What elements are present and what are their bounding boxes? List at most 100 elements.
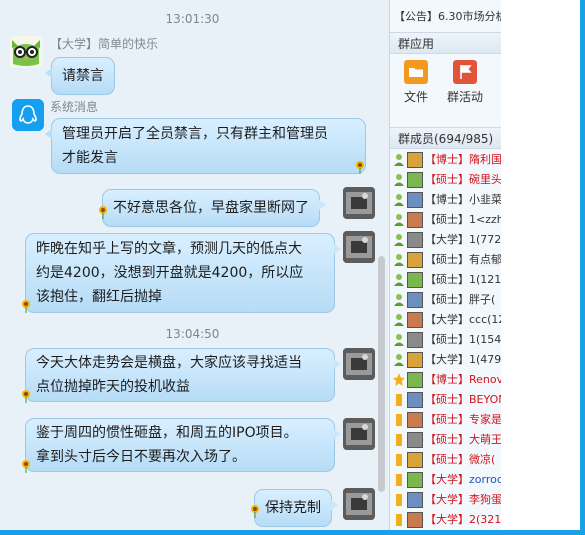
member-status-icon: [394, 154, 404, 166]
member-avatar: [407, 312, 423, 328]
member-avatar: [407, 172, 423, 188]
group-members-header: 群成员(694/985): [390, 127, 501, 149]
flag-icon: [453, 60, 477, 84]
empty-right-area: [501, 0, 580, 530]
member-row[interactable]: 【大学】李狗蛋: [390, 490, 501, 510]
member-level: 【硕士】: [425, 333, 469, 346]
member-avatar: [407, 152, 423, 168]
member-name: 专家是: [469, 413, 501, 426]
message-text-line: 昨晚在知乎上写的文章，预测几天的低点大: [36, 241, 302, 257]
member-row[interactable]: 【硕士】微凉(: [390, 450, 501, 470]
member-name: 2(321: [469, 513, 501, 526]
member-row[interactable]: 【硕士】1<zzh: [390, 210, 501, 230]
member-row[interactable]: 【大学】1(479: [390, 350, 501, 370]
member-row[interactable]: 【博士】Renov: [390, 370, 501, 390]
message-text: 保持克制: [265, 500, 321, 516]
app-files-button[interactable]: 文件: [392, 60, 440, 105]
member-row[interactable]: 【硕士】有点郁: [390, 250, 501, 270]
message-sender[interactable]: 【大学】简单的快乐: [50, 35, 158, 52]
member-avatar: [407, 512, 423, 528]
member-avatar: [407, 272, 423, 288]
member-level: 【大学】: [425, 513, 469, 526]
member-name: Renov: [469, 373, 501, 386]
group-side-panel: 【公告】6.30市场分析 群应用 文件 群活动 群成员(694/985) 【博士…: [390, 0, 501, 530]
member-level: 【大学】: [425, 233, 469, 246]
member-name: 小韭菜: [469, 193, 501, 206]
member-level: 【大学】: [425, 353, 469, 366]
member-row[interactable]: 【博士】小韭菜: [390, 190, 501, 210]
member-level: 【硕士】: [425, 393, 469, 406]
member-level: 【硕士】: [425, 213, 469, 226]
message-bubble[interactable]: 今天大体走势会是横盘，大家应该寻找适当 点位抛掉昨天的投机收益: [25, 348, 341, 402]
folder-icon: [404, 60, 428, 84]
member-level: 【硕士】: [425, 433, 469, 446]
member-text: 【硕士】专家是: [425, 410, 501, 430]
message-bubble[interactable]: 不好意思各位，早盘家里断网了: [102, 189, 326, 227]
member-row[interactable]: 【大学】ccc(12: [390, 310, 501, 330]
member-row[interactable]: 【硕士】1(121: [390, 270, 501, 290]
member-row[interactable]: 【硕士】碗里头: [390, 170, 501, 190]
member-avatar: [407, 292, 423, 308]
member-text: 【博士】小韭菜: [425, 190, 501, 210]
member-status-icon: [394, 294, 404, 306]
member-level: 【大学】: [425, 493, 469, 506]
message-text-line: 今天大体走势会是横盘，大家应该寻找适当: [36, 355, 302, 371]
member-level: 【大学】: [425, 473, 469, 486]
member-row[interactable]: 【大学】2(321: [390, 510, 501, 530]
member-level: 【博士】: [425, 153, 469, 166]
message-bubble[interactable]: 昨晚在知乎上写的文章，预测几天的低点大 约是4200，没想到开盘就是4200，所…: [25, 233, 341, 313]
member-text: 【大学】zorroc: [425, 470, 501, 490]
member-status-icon: [394, 194, 404, 206]
sunflower-badge-icon: [99, 206, 107, 219]
member-text: 【硕士】1<zzh: [425, 210, 501, 230]
message-text: 不好意思各位，早盘家里断网了: [113, 200, 309, 216]
member-row[interactable]: 【大学】1(7729: [390, 230, 501, 250]
message-text-line: 该抱住，翻红后抛掉: [36, 289, 162, 305]
message-timestamp: 13:04:50: [165, 327, 220, 341]
member-row[interactable]: 【大学】zorroc: [390, 470, 501, 490]
member-status-icon: [394, 334, 404, 346]
user-photo-avatar[interactable]: [343, 231, 375, 263]
group-member-list[interactable]: 【博士】隋利国【硕士】碗里头【博士】小韭菜【硕士】1<zzh【大学】1(7729…: [390, 150, 501, 530]
group-announcement[interactable]: 【公告】6.30市场分析: [394, 8, 501, 24]
member-row[interactable]: 【硕士】1(154: [390, 330, 501, 350]
message-bubble[interactable]: 管理员开启了全员禁言，只有群主和管理员 才能发言: [45, 118, 366, 174]
member-status-icon: [396, 434, 402, 446]
message-text-line: 点位抛掉昨天的投机收益: [36, 379, 190, 395]
member-row[interactable]: 【硕士】BEYON: [390, 390, 501, 410]
message-bubble[interactable]: 保持克制: [254, 489, 338, 527]
member-level: 【硕士】: [425, 413, 469, 426]
member-avatar: [407, 452, 423, 468]
member-avatar: [407, 492, 423, 508]
sender-name: 简单的快乐: [98, 37, 159, 51]
chat-message-area[interactable]: 13:01:30 【大学】简单的快乐 请禁言 系统消息 管理员开启了全员禁言，只…: [0, 0, 390, 530]
member-text: 【硕士】胖子(: [425, 290, 495, 310]
message-text-line: 管理员开启了全员禁言，只有群主和管理员: [62, 126, 328, 142]
member-row[interactable]: 【博士】隋利国: [390, 150, 501, 170]
member-row[interactable]: 【硕士】专家是: [390, 410, 501, 430]
user-photo-avatar[interactable]: [343, 418, 375, 450]
member-name: zorroc: [469, 473, 501, 486]
member-row[interactable]: 【硕士】大萌王: [390, 430, 501, 450]
member-status-icon: [394, 174, 404, 186]
user-photo-avatar[interactable]: [343, 187, 375, 219]
member-status-icon: [394, 214, 404, 226]
app-group-activity-button[interactable]: 群活动: [441, 60, 489, 105]
member-status-icon: [396, 514, 402, 526]
message-sender: 系统消息: [50, 100, 99, 114]
message-bubble[interactable]: 请禁言: [45, 57, 115, 95]
member-name: 1(479: [469, 353, 501, 366]
member-name: 微凉(: [469, 453, 496, 466]
member-text: 【大学】2(321: [425, 510, 501, 530]
member-level: 【硕士】: [425, 273, 469, 286]
owl-glasses-avatar[interactable]: [10, 36, 42, 68]
message-bubble[interactable]: 鉴于周四的惯性砸盘，和周五的IPO项目。 拿到头寸后今日不要再次入场了。: [25, 418, 341, 472]
user-photo-avatar[interactable]: [343, 488, 375, 520]
chat-scrollbar-thumb[interactable]: [378, 256, 385, 492]
user-photo-avatar[interactable]: [343, 348, 375, 380]
member-name: 1(121: [469, 273, 501, 286]
member-row[interactable]: 【硕士】胖子(: [390, 290, 501, 310]
member-text: 【硕士】有点郁: [425, 250, 501, 270]
member-name: BEYON: [469, 393, 501, 406]
member-status-icon: [394, 354, 404, 366]
